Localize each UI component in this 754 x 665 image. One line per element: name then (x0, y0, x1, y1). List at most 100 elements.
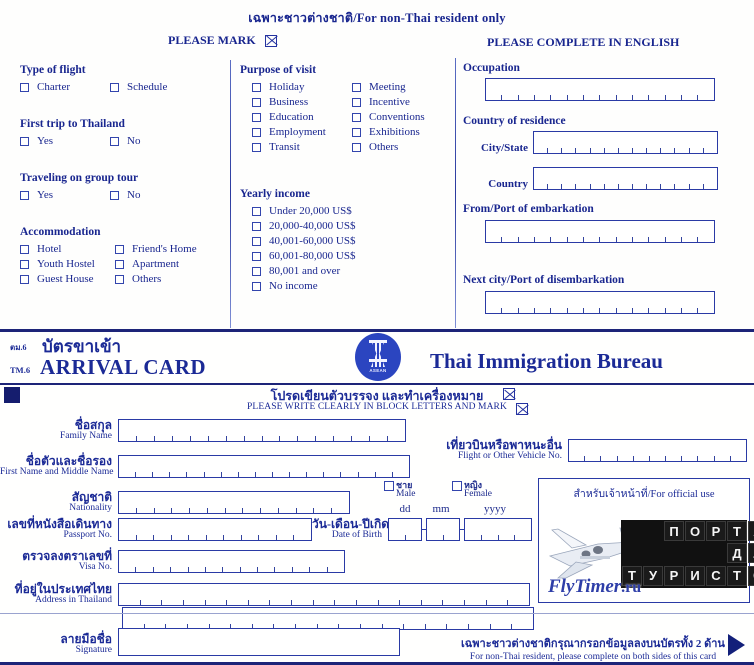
checkbox-income-20000-40000[interactable] (252, 221, 261, 231)
group-tour-group: Traveling on group tour Yes No (20, 172, 140, 204)
checkbox-meeting[interactable] (352, 82, 361, 92)
gender-female-label: หญิง Female (464, 481, 492, 500)
checkbox-row-business[interactable]: Business (252, 96, 352, 108)
checkbox-row-friends-home[interactable]: Friend's Home (115, 243, 197, 255)
checkbox-purpose-others[interactable] (352, 142, 361, 152)
checkbox-employment[interactable] (252, 127, 261, 137)
disembarkation-label: Next city/Port of disembarkation (463, 274, 625, 286)
checkbox-first-trip-no[interactable] (110, 136, 119, 146)
checkbox-row-guest-house[interactable]: Guest House (20, 273, 115, 285)
nationality-input[interactable] (118, 491, 350, 514)
wm-char: У (643, 565, 663, 586)
checkbox-row-transit[interactable]: Transit (252, 141, 352, 153)
flytimer-brand-name: FlyTimer (548, 576, 622, 597)
checkbox-youth-hostel[interactable] (20, 259, 29, 269)
visa-number-input[interactable] (118, 550, 345, 573)
checkbox-row-no-income[interactable]: No income (252, 280, 355, 292)
checkbox-row-income-40001-60000[interactable]: 40,001-60,000 US$ (252, 235, 355, 247)
checkbox-group-tour-yes[interactable] (20, 190, 29, 200)
checkbox-guest-house[interactable] (20, 274, 29, 284)
checkbox-hotel[interactable] (20, 244, 29, 254)
checkbox-row-exhibitions[interactable]: Exhibitions (352, 126, 425, 138)
checkbox-row-income-under-20000[interactable]: Under 20,000 US$ (252, 205, 355, 217)
checkbox-row-purpose-others[interactable]: Others (352, 141, 425, 153)
checkbox-row-income-60001-80000[interactable]: 60,001-80,000 US$ (252, 250, 355, 262)
country-input[interactable] (533, 167, 718, 190)
dob-day-input[interactable] (388, 518, 422, 541)
checkbox-row-education[interactable]: Education (252, 111, 352, 123)
first-name-label: ชื่อตัวและชื่อรอง First Name and Middle … (0, 455, 118, 478)
checkbox-conventions[interactable] (352, 112, 361, 122)
occupation-label: Occupation (463, 62, 520, 74)
dob-month-input[interactable] (426, 518, 460, 541)
checkbox-male[interactable] (384, 481, 394, 491)
label-purpose-others: Others (369, 141, 399, 153)
checkbox-exhibitions[interactable] (352, 127, 361, 137)
label-exhibitions: Exhibitions (369, 126, 420, 138)
checkbox-row-income-80001-over[interactable]: 80,001 and over (252, 265, 355, 277)
checkbox-income-80001-over[interactable] (252, 266, 261, 276)
signature-row: ลายมือชื่อ Signature (0, 628, 400, 656)
occupation-tick-marks (486, 95, 714, 100)
checkbox-row-schedule[interactable]: Schedule (110, 81, 167, 93)
signature-label-english: Signature (75, 645, 112, 656)
passport-number-tick-marks (119, 535, 311, 540)
disembarkation-tick-marks (486, 308, 714, 313)
checkbox-charter[interactable] (20, 82, 29, 92)
checkbox-row-first-trip-no[interactable]: No (110, 135, 140, 147)
checkbox-female[interactable] (452, 481, 462, 491)
checkbox-business[interactable] (252, 97, 261, 107)
watermark-line-1: ПОРТАЛ (622, 521, 754, 542)
checkbox-first-trip-yes[interactable] (20, 136, 29, 146)
checkbox-row-accommodation-others[interactable]: Others (115, 273, 197, 285)
flight-number-input[interactable] (568, 439, 747, 462)
date-of-birth-label: วัน-เดือน-ปีเกิด Date of Birth (312, 518, 389, 541)
signature-label: ลายมือชื่อ Signature (0, 633, 118, 656)
checkbox-group-tour-no[interactable] (110, 190, 119, 200)
checkbox-incentive[interactable] (352, 97, 361, 107)
checkbox-friends-home[interactable] (115, 244, 124, 254)
dob-year-header: yyyy (484, 503, 506, 515)
official-use-label: สำหรับเจ้าหน้าที่/For official use (573, 489, 715, 500)
signature-input[interactable] (118, 628, 400, 656)
checkbox-income-40001-60000[interactable] (252, 236, 261, 246)
address-input-line-2[interactable] (122, 607, 534, 630)
checkbox-row-youth-hostel[interactable]: Youth Hostel (20, 258, 115, 270)
gender-male-option[interactable]: ชาย Male (384, 481, 416, 500)
label-charter: Charter (37, 81, 70, 93)
arrival-card-title-english: ARRIVAL CARD (40, 355, 207, 379)
date-of-birth-label-english: Date of Birth (331, 530, 382, 541)
embarkation-input[interactable] (485, 220, 715, 243)
checkbox-schedule[interactable] (110, 82, 119, 92)
checkbox-row-group-tour-yes[interactable]: Yes (20, 189, 110, 201)
checkbox-row-income-20000-40000[interactable]: 20,000-40,000 US$ (252, 220, 355, 232)
checkbox-row-hotel[interactable]: Hotel (20, 243, 115, 255)
city-state-input[interactable] (533, 131, 718, 154)
gender-female-option[interactable]: หญิง Female (452, 481, 492, 500)
checkbox-row-group-tour-no[interactable]: No (110, 189, 140, 201)
checkbox-no-income[interactable] (252, 281, 261, 291)
checkbox-transit[interactable] (252, 142, 261, 152)
checkbox-income-under-20000[interactable] (252, 206, 261, 216)
checkbox-row-apartment[interactable]: Apartment (115, 258, 197, 270)
checkbox-education[interactable] (252, 112, 261, 122)
checkbox-holiday[interactable] (252, 82, 261, 92)
occupation-input[interactable] (485, 78, 715, 101)
checkbox-accommodation-others[interactable] (115, 274, 124, 284)
checkbox-row-employment[interactable]: Employment (252, 126, 352, 138)
wm-char: Т (727, 565, 747, 586)
checkbox-row-first-trip-yes[interactable]: Yes (20, 135, 110, 147)
checkbox-income-60001-80000[interactable] (252, 251, 261, 261)
checkbox-row-meeting[interactable]: Meeting (352, 81, 425, 93)
checkbox-row-holiday[interactable]: Holiday (252, 81, 352, 93)
asean-logo-word: ASEAN (369, 368, 387, 373)
disembarkation-input[interactable] (485, 291, 715, 314)
dob-year-input[interactable] (464, 518, 532, 541)
passport-number-input[interactable] (118, 518, 312, 541)
checkbox-row-conventions[interactable]: Conventions (352, 111, 425, 123)
address-input-line-1[interactable] (118, 583, 530, 606)
first-name-input[interactable] (118, 455, 410, 478)
checkbox-row-incentive[interactable]: Incentive (352, 96, 425, 108)
checkbox-apartment[interactable] (115, 259, 124, 269)
checkbox-row-charter[interactable]: Charter (20, 81, 110, 93)
